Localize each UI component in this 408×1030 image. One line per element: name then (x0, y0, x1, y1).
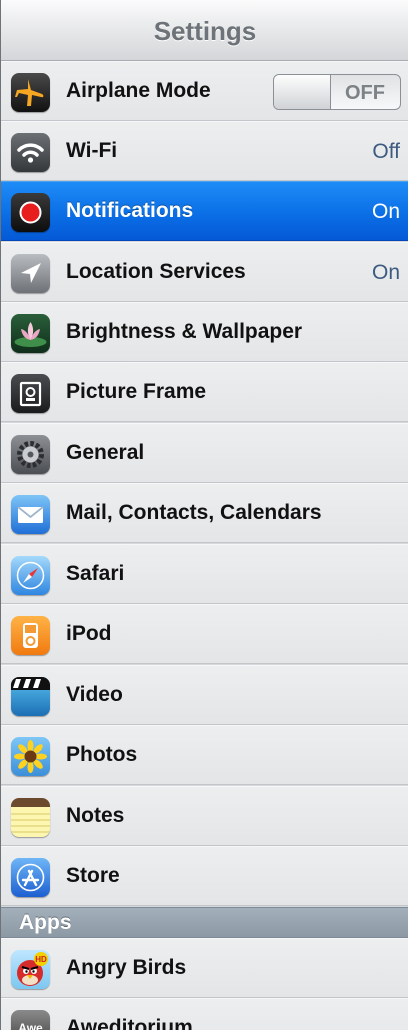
clapperboard-icon (11, 677, 50, 716)
row-label: Picture Frame (66, 380, 207, 403)
settings-row-store[interactable]: Store (1, 846, 408, 906)
settings-panel: Settings Airplane Mode OFF Wi-Fi Off Not… (0, 0, 408, 1030)
row-label: General (66, 441, 145, 464)
row-label: Airplane Mode (66, 79, 211, 102)
row-label: Notifications (66, 199, 194, 222)
settings-row-location-services[interactable]: Location Services On (1, 242, 408, 302)
section-title: Apps (19, 911, 72, 934)
settings-row-video[interactable]: Video (1, 665, 408, 725)
safari-compass-icon (11, 556, 50, 595)
row-label: Photos (66, 743, 138, 766)
row-label: Mail, Contacts, Calendars (66, 501, 322, 524)
row-label: Aweditorium (66, 1016, 193, 1030)
location-status: On (371, 261, 400, 284)
row-label: Angry Birds (66, 956, 187, 979)
settings-row-notes[interactable]: Notes (1, 786, 408, 846)
settings-row-angry-birds[interactable]: HD Angry Birds (1, 938, 408, 998)
settings-row-ipod[interactable]: iPod (1, 604, 408, 664)
settings-row-airplane-mode[interactable]: Airplane Mode OFF (1, 61, 408, 121)
toggle-knob[interactable] (274, 75, 331, 109)
location-arrow-icon (11, 254, 50, 293)
settings-row-general[interactable]: General (1, 423, 408, 483)
angry-birds-icon: HD (11, 950, 50, 989)
airplane-mode-toggle[interactable]: OFF (273, 74, 401, 110)
row-label: Safari (66, 562, 125, 585)
row-label: Location Services (66, 260, 246, 283)
settings-row-mail-contacts-calendars[interactable]: Mail, Contacts, Calendars (1, 483, 408, 543)
wifi-status: Off (372, 140, 400, 163)
page-title: Settings (153, 16, 257, 46)
toggle-state: OFF (345, 82, 385, 104)
mail-envelope-icon (11, 495, 50, 534)
notifications-status: On (371, 200, 400, 223)
aweditorium-icon: Awe (11, 1010, 50, 1030)
airplane-icon (11, 73, 50, 112)
settings-row-brightness-wallpaper[interactable]: Brightness & Wallpaper (1, 302, 408, 362)
app-store-icon (11, 858, 50, 897)
settings-row-photos[interactable]: Photos (1, 725, 408, 785)
wifi-icon (11, 133, 50, 172)
row-label: Notes (66, 804, 125, 827)
picture-frame-icon (11, 374, 50, 413)
row-label: iPod (66, 622, 112, 645)
aweditorium-icon-text: Awe (18, 1021, 43, 1030)
angry-birds-hd-badge: HD (35, 955, 47, 964)
settings-row-safari[interactable]: Safari (1, 544, 408, 604)
row-label: Wi-Fi (66, 139, 118, 162)
row-label: Video (66, 683, 123, 706)
gear-icon (11, 435, 50, 474)
ipod-icon (11, 616, 50, 655)
notepad-icon (11, 798, 50, 837)
navigation-bar: Settings (1, 0, 408, 61)
apps-section-header: Apps (1, 907, 408, 938)
lotus-flower-icon (11, 314, 50, 353)
settings-row-aweditorium[interactable]: Awe Aweditorium (1, 998, 408, 1030)
settings-row-notifications[interactable]: Notifications On (1, 181, 408, 241)
settings-row-wifi[interactable]: Wi-Fi Off (1, 121, 408, 181)
sunflower-icon (11, 737, 50, 776)
row-label: Brightness & Wallpaper (66, 320, 303, 343)
notifications-icon (11, 193, 50, 232)
row-label: Store (66, 864, 120, 887)
settings-row-picture-frame[interactable]: Picture Frame (1, 362, 408, 422)
